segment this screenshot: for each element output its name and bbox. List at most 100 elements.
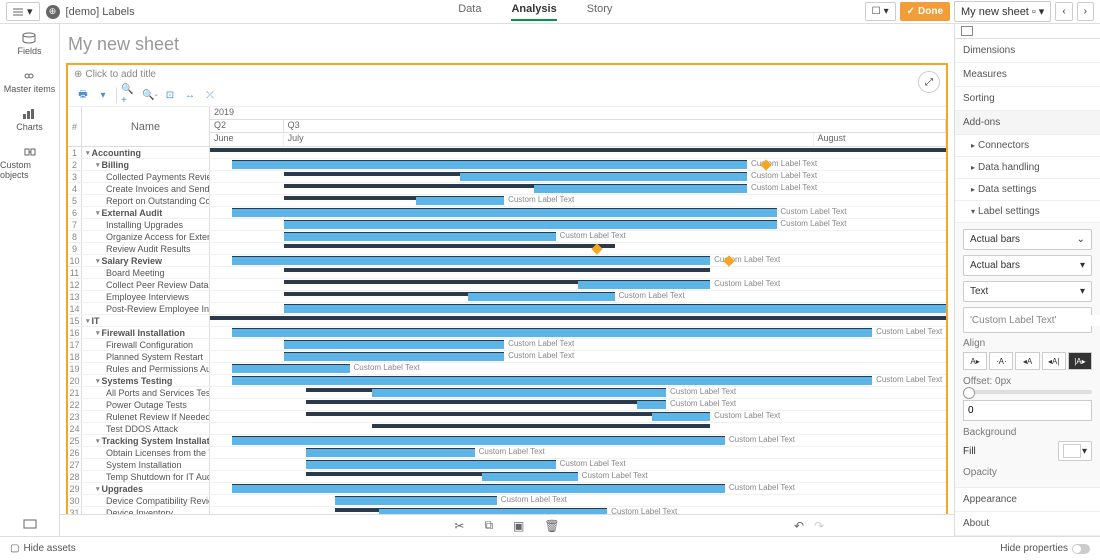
gantt-row[interactable]: 17Firewall ConfigurationCustom Label Tex… <box>68 339 946 351</box>
plan-bar[interactable] <box>306 400 667 404</box>
gantt-row[interactable]: 12Collect Peer Review DataCustom Label T… <box>68 279 946 291</box>
zoom-fit-button[interactable]: ⊡ <box>161 87 179 103</box>
collapse-icon[interactable]: ▾ <box>96 161 100 169</box>
collapse-all-button[interactable]: ⤫ <box>201 87 219 103</box>
sub-connectors[interactable]: ▸Connectors <box>955 135 1100 157</box>
toggle-switch[interactable] <box>1072 544 1090 554</box>
collapse-icon[interactable]: ▾ <box>86 149 90 157</box>
gantt-row[interactable]: 15▾IT <box>68 315 946 327</box>
print-dropdown[interactable]: ▾ <box>94 87 112 103</box>
actual-bar[interactable] <box>284 221 777 229</box>
gantt-row[interactable]: 20▾Systems TestingCustom Label Text <box>68 375 946 387</box>
paste-button[interactable]: ▣ <box>513 519 524 533</box>
sheet-dropdown[interactable]: My new sheet ▫ ▾ <box>954 1 1051 22</box>
gantt-row[interactable]: 8Organize Access for External AuditorsCu… <box>68 231 946 243</box>
plan-bar[interactable] <box>210 316 946 320</box>
zoom-out-button[interactable]: 🔍- <box>141 87 159 103</box>
gantt-row[interactable]: 28Temp Shutdown for IT AuditCustom Label… <box>68 471 946 483</box>
gantt-row[interactable]: 9Review Audit Results <box>68 243 946 255</box>
actual-bar[interactable] <box>232 161 747 169</box>
hide-properties-toggle[interactable]: Hide properties <box>1000 543 1090 554</box>
actual-bar[interactable] <box>306 461 556 469</box>
hide-assets-toggle[interactable]: ▢Hide assets <box>10 543 76 554</box>
actual-bar[interactable] <box>284 341 505 349</box>
actual-bar[interactable] <box>637 401 666 409</box>
label-type-dropdown[interactable]: Text▾ <box>963 281 1092 302</box>
gantt-row[interactable]: 29▾UpgradesCustom Label Text <box>68 483 946 495</box>
gantt-row[interactable]: 4Create Invoices and Send InvoicesCustom… <box>68 183 946 195</box>
actual-bar[interactable] <box>468 293 615 301</box>
bar-group-header[interactable]: Actual bars⌄ <box>963 229 1092 250</box>
actual-bar[interactable] <box>232 485 725 493</box>
main-menu-button[interactable]: ▾ <box>6 2 40 21</box>
zoom-in-button[interactable]: 🔍+ <box>121 87 139 103</box>
actual-bar[interactable] <box>284 233 556 241</box>
next-sheet-button[interactable]: › <box>1077 2 1094 21</box>
align-right-inside[interactable]: ◂A <box>1015 352 1039 370</box>
tab-data[interactable]: Data <box>458 3 481 21</box>
collapse-icon[interactable]: ▾ <box>86 317 90 325</box>
collapse-icon[interactable]: ▾ <box>96 329 100 337</box>
gantt-row[interactable]: 23Rulenet Review If NeededCustom Label T… <box>68 411 946 423</box>
gantt-row[interactable]: 6▾External AuditCustom Label Text <box>68 207 946 219</box>
viz-title-placeholder[interactable]: ⊕Click to add title <box>68 65 946 84</box>
bar-type-dropdown[interactable]: Actual bars▾ <box>963 255 1092 276</box>
actual-bar[interactable] <box>232 377 872 385</box>
collapse-icon[interactable]: ▾ <box>96 257 100 265</box>
nav-fields[interactable]: Fields <box>17 32 41 56</box>
plan-bar[interactable] <box>284 268 711 272</box>
collapse-icon[interactable]: ▾ <box>96 437 100 445</box>
gantt-row[interactable]: 7Installing UpgradesCustom Label Text <box>68 219 946 231</box>
gantt-row[interactable]: 30Device Compatibility ReviewCustom Labe… <box>68 495 946 507</box>
gantt-row[interactable]: 1▾Accounting <box>68 147 946 159</box>
actual-bar[interactable] <box>284 353 505 361</box>
sub-data-handling[interactable]: ▸Data handling <box>955 157 1100 179</box>
section-appearance[interactable]: Appearance <box>955 488 1100 512</box>
delete-button[interactable]: 🗑 <box>544 519 559 533</box>
align-left-inside[interactable]: A▸ <box>963 352 987 370</box>
gantt-visualization[interactable]: ⊕Click to add title ⤢ 🖶 ▾ 🔍+ 🔍- ⊡ ↔ ⤫ # … <box>66 63 948 545</box>
tab-analysis[interactable]: Analysis <box>511 3 556 21</box>
actual-bar[interactable] <box>284 305 946 313</box>
gantt-body[interactable]: 1▾Accounting2▾BillingCustom Label Text3C… <box>68 147 946 543</box>
gantt-row[interactable]: 27System InstallationCustom Label Text <box>68 459 946 471</box>
offset-slider[interactable] <box>963 390 1092 394</box>
actual-bar[interactable] <box>372 389 666 397</box>
print-button[interactable]: 🖶 <box>74 87 92 103</box>
align-center[interactable]: ·A· <box>989 352 1013 370</box>
section-measures[interactable]: Measures <box>955 63 1100 87</box>
actual-bar[interactable] <box>335 497 497 505</box>
align-right-outside[interactable]: |A▸ <box>1068 352 1092 370</box>
undo-button[interactable]: ↶ <box>794 519 804 533</box>
done-button[interactable]: ✓ Done <box>900 2 950 21</box>
actual-bar[interactable] <box>652 413 711 421</box>
actual-bar[interactable] <box>578 281 710 289</box>
prev-sheet-button[interactable]: ‹ <box>1055 2 1072 21</box>
gantt-row[interactable]: 19Rules and Permissions AuditCustom Labe… <box>68 363 946 375</box>
tab-story[interactable]: Story <box>587 3 613 21</box>
gantt-row[interactable]: 18Planned System RestartCustom Label Tex… <box>68 351 946 363</box>
gantt-row[interactable]: 10▾Salary ReviewCustom Label Text <box>68 255 946 267</box>
label-expression-input[interactable]: fx <box>963 307 1092 333</box>
redo-button[interactable]: ↷ <box>814 519 824 533</box>
section-sorting[interactable]: Sorting <box>955 87 1100 111</box>
actual-bar[interactable] <box>482 473 578 481</box>
section-about[interactable]: About <box>955 512 1100 536</box>
actual-bar[interactable] <box>232 329 872 337</box>
gantt-row[interactable]: 11Board Meeting <box>68 267 946 279</box>
gantt-row[interactable]: 21All Ports and Services TestCustom Labe… <box>68 387 946 399</box>
actual-bar[interactable] <box>232 209 777 217</box>
gantt-row[interactable]: 2▾BillingCustom Label Text <box>68 159 946 171</box>
copy-button[interactable]: ⧉ <box>484 518 493 533</box>
nav-charts[interactable]: Charts <box>16 108 43 132</box>
section-dimensions[interactable]: Dimensions <box>955 39 1100 63</box>
section-addons[interactable]: Add-ons <box>955 111 1100 135</box>
bookmark-button[interactable]: ☐▾ <box>865 2 896 21</box>
expand-all-button[interactable]: ↔ <box>181 87 199 103</box>
sub-data-settings[interactable]: ▸Data settings <box>955 179 1100 201</box>
align-left-outside[interactable]: ◂A| <box>1042 352 1066 370</box>
nav-custom-objects[interactable]: Custom objects <box>0 146 59 180</box>
collapse-icon[interactable]: ▾ <box>96 209 100 217</box>
gantt-row[interactable]: 16▾Firewall InstallationCustom Label Tex… <box>68 327 946 339</box>
nav-bottom-icon[interactable] <box>22 518 38 530</box>
